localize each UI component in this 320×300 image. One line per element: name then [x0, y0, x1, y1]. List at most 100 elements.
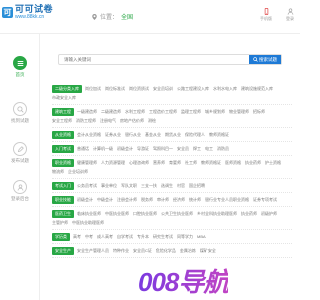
category-link[interactable]: 高考	[73, 232, 81, 241]
category-link[interactable]: 育婴师	[169, 158, 181, 167]
category-link[interactable]: 选调生	[161, 181, 173, 190]
category-link[interactable]: 工程造价工程师	[149, 107, 177, 116]
category-link[interactable]: 电工	[205, 144, 213, 153]
category-link[interactable]: 村官	[177, 181, 185, 190]
category-link[interactable]: 水利水电入库	[213, 84, 237, 93]
category-link[interactable]: 房地产估价师	[120, 116, 144, 125]
category-label[interactable]: 职业技能	[52, 195, 74, 204]
category-link[interactable]: 企业培训师	[68, 167, 88, 176]
category-link[interactable]: 中考	[85, 232, 93, 241]
category-link[interactable]: 税务师	[141, 195, 153, 204]
category-link[interactable]: 测绘	[148, 116, 156, 125]
category-link[interactable]: 教师资格证	[209, 130, 229, 139]
category-link[interactable]: 公务员考试	[77, 181, 97, 190]
category-link[interactable]: 安全工程师	[52, 116, 72, 125]
search-button[interactable]: 搜索试题	[249, 55, 281, 64]
category-link[interactable]: 危险化学品	[156, 246, 176, 255]
category-link[interactable]: 会计从业资格	[77, 130, 101, 139]
category-link[interactable]: 中医执业医师	[105, 209, 129, 218]
location-selector[interactable]: 位置： 全国	[92, 12, 133, 21]
category-link[interactable]: 初级护师	[261, 209, 277, 218]
mobile-version-link[interactable]: 手机版	[260, 8, 272, 22]
category-link[interactable]: 保险代理人	[185, 130, 205, 139]
category-link[interactable]: 安全生产管理人员	[77, 246, 109, 255]
category-link[interactable]: 银行业专业人员职业资格	[205, 195, 249, 204]
category-link[interactable]: 三支一扶	[141, 181, 157, 190]
category-label[interactable]: 职业资格	[52, 158, 74, 167]
sidebar-item-admin[interactable]: 登录后台	[0, 180, 40, 202]
category-link[interactable]: 证券专项考试	[253, 195, 277, 204]
category-link[interactable]: 乡村全科执业助理医师	[197, 209, 237, 218]
category-link[interactable]: 水利工程师	[125, 107, 145, 116]
category-link[interactable]: 岗位标准试	[105, 84, 125, 93]
site-logo[interactable]: 可 可可试卷 www.88kk.cn	[2, 4, 53, 20]
category-link[interactable]: 临床执业医师	[77, 209, 101, 218]
category-label[interactable]: 安全生产	[52, 246, 74, 255]
category-link[interactable]: 岗位加试	[85, 84, 101, 93]
login-link[interactable]: 登录	[286, 8, 294, 22]
category-link[interactable]: 物流师	[52, 167, 64, 176]
category-link[interactable]: 公共卫生执业医师	[161, 209, 193, 218]
category-label[interactable]: 考试入门	[52, 181, 74, 190]
category-link[interactable]: 初级会计	[77, 195, 93, 204]
category-link[interactable]: 公路工程建设入库	[177, 84, 209, 93]
category-link[interactable]: 口腔执业医师	[133, 209, 157, 218]
category-link[interactable]: 注册电气	[100, 116, 116, 125]
location-city[interactable]: 全国	[121, 12, 133, 21]
category-link[interactable]: 银行从业	[125, 130, 141, 139]
category-link[interactable]: 中医执业助理医师	[72, 218, 104, 227]
category-link[interactable]: 事业单位	[101, 181, 117, 190]
category-link[interactable]: 基金从业	[145, 130, 161, 139]
category-link[interactable]: 注册会计师	[117, 195, 137, 204]
category-link[interactable]: 物业管理师	[229, 107, 249, 116]
sidebar-item-home[interactable]: 首页	[0, 56, 40, 78]
search-input[interactable]	[59, 55, 249, 64]
category-link[interactable]: 安全员C证	[133, 246, 152, 255]
category-link[interactable]: 一级建造师	[77, 107, 97, 116]
category-label[interactable]: 建筑工程	[52, 107, 74, 116]
category-label[interactable]: 从业资格	[52, 130, 74, 139]
sidebar-item-publish[interactable]: 发布试题	[0, 142, 40, 164]
category-link[interactable]: 招标师	[253, 107, 265, 116]
category-label[interactable]: 入门考试	[52, 144, 74, 153]
category-link[interactable]: 证券从业	[105, 130, 121, 139]
category-link[interactable]: 研究生考试	[153, 232, 173, 241]
category-link[interactable]: 社工师	[185, 158, 197, 167]
category-link[interactable]: 金属冶炼	[180, 246, 196, 255]
category-link[interactable]: 初级会计	[117, 144, 133, 153]
category-link[interactable]: 中级会计	[97, 195, 113, 204]
category-link[interactable]: 安全员	[177, 144, 189, 153]
category-link[interactable]: 岗位资质试	[129, 84, 149, 93]
category-link[interactable]: 同等学力	[177, 232, 193, 241]
category-link[interactable]: 执业药师	[245, 158, 261, 167]
category-link[interactable]: 导游证	[137, 144, 149, 153]
category-link[interactable]: 驾照科目一	[153, 144, 173, 153]
category-link[interactable]: 专升本	[137, 232, 149, 241]
category-link[interactable]: 消防员	[217, 144, 229, 153]
category-link[interactable]: 审计师	[157, 195, 169, 204]
category-link[interactable]: 经济师	[173, 195, 185, 204]
category-link[interactable]: 心理咨询师	[129, 158, 149, 167]
category-link[interactable]: 医师资格	[225, 158, 241, 167]
category-link[interactable]: 自学考试	[117, 232, 133, 241]
category-link[interactable]: 建筑设施规范入库	[241, 84, 273, 93]
category-link[interactable]: 安全员培训	[153, 84, 173, 93]
category-label[interactable]: 学历类	[52, 232, 70, 241]
category-link[interactable]: 期货从业	[165, 130, 181, 139]
category-link[interactable]: 监理工程师	[181, 107, 201, 116]
category-link[interactable]: 普通话	[77, 144, 89, 153]
category-link[interactable]: MBA	[197, 232, 206, 241]
category-label[interactable]: 二级分类入库	[52, 84, 82, 93]
category-link[interactable]: 执业药师	[241, 209, 257, 218]
category-link[interactable]: 成人高考	[97, 232, 113, 241]
category-link[interactable]: 市政安全入库	[52, 93, 76, 102]
category-label[interactable]: 医药卫生	[52, 209, 74, 218]
category-link[interactable]: 消防工程师	[76, 116, 96, 125]
category-link[interactable]: 计算机一级	[93, 144, 113, 153]
category-link[interactable]: 城乡规划师	[205, 107, 225, 116]
category-link[interactable]: 二级建造师	[101, 107, 121, 116]
category-link[interactable]: 主管护师	[52, 218, 68, 227]
category-link[interactable]: 特种作业	[113, 246, 129, 255]
category-link[interactable]: 国企招聘	[189, 181, 205, 190]
category-link[interactable]: 煤矿安全	[200, 246, 216, 255]
